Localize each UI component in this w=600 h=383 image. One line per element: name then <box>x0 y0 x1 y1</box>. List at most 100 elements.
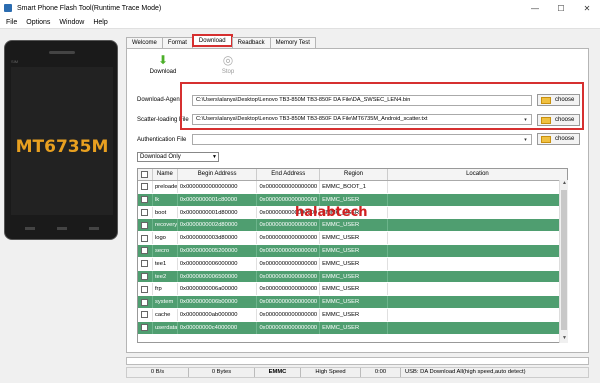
cell-location <box>388 245 567 257</box>
checkbox[interactable] <box>141 285 149 293</box>
table-scrollbar[interactable]: ▲ ▼ <box>559 180 568 343</box>
row-checkbox[interactable] <box>138 308 153 321</box>
cell-region: EMMC_USER <box>320 244 388 257</box>
close-button[interactable]: ✕ <box>574 0 600 16</box>
cell-end: 0x0000000000000000 <box>257 219 321 232</box>
menu-bar: File Options Window Help <box>0 16 600 29</box>
window-title: Smart Phone Flash Tool(Runtime Trace Mod… <box>17 4 162 12</box>
download-arrow-icon: ⬇ <box>157 53 169 67</box>
header-end[interactable]: End Address <box>257 169 321 180</box>
cell-location <box>388 258 567 270</box>
tab-memory-test[interactable]: Memory Test <box>269 37 316 48</box>
tab-download[interactable]: Download <box>191 34 233 47</box>
scroll-up-icon[interactable]: ▲ <box>560 180 569 188</box>
table-row[interactable]: cache 0x00000000ab000000 0x000000000000000… <box>138 308 567 322</box>
header-location[interactable]: Location <box>388 169 567 180</box>
cell-end: 0x0000000000000000 <box>257 244 321 257</box>
table-row[interactable]: frp 0x0000000006a00000 0x0000000000000000 E… <box>138 283 567 297</box>
download-agent-label: Download-Agent <box>137 97 182 103</box>
cell-region: EMMC_USER <box>320 193 388 206</box>
tab-readback[interactable]: Readback <box>231 37 271 48</box>
download-button[interactable]: ⬇ Download <box>145 53 181 76</box>
menu-help[interactable]: Help <box>93 19 107 26</box>
cell-name: frp <box>153 283 178 296</box>
checkbox[interactable] <box>141 234 149 242</box>
checkbox[interactable] <box>141 247 149 255</box>
row-checkbox[interactable] <box>138 193 153 206</box>
checkbox[interactable] <box>141 221 149 229</box>
cell-location <box>388 181 567 193</box>
cell-name: userdata <box>153 321 178 334</box>
table-row[interactable]: logo 0x0000000003d80000 0x0000000000000000… <box>138 232 567 245</box>
scroll-down-icon[interactable]: ▼ <box>560 335 569 343</box>
cell-name: tee1 <box>153 257 178 270</box>
table-row[interactable]: tee1 0x0000000006000000 0x0000000000000000… <box>138 257 567 271</box>
table-row[interactable]: recovery 0x0000000002d80000 0x000000000000… <box>138 219 567 233</box>
progress-bar <box>126 357 589 365</box>
cell-begin: 0x0000000001c80000 <box>178 193 258 206</box>
maximize-button[interactable]: ☐ <box>548 0 574 16</box>
cell-location <box>388 296 567 308</box>
status-time: 0:00 <box>361 368 401 377</box>
row-checkbox[interactable] <box>138 270 153 283</box>
phone-speaker <box>49 51 75 54</box>
header-begin[interactable]: Begin Address <box>178 169 258 180</box>
download-label: Download <box>149 69 177 75</box>
table-row[interactable]: secro 0x0000000005200000 0x000000000000000… <box>138 244 567 258</box>
menu-window[interactable]: Window <box>59 19 84 26</box>
tab-format[interactable]: Format <box>161 37 193 48</box>
cell-name: system <box>153 296 178 308</box>
checkbox[interactable] <box>141 298 149 306</box>
cell-end: 0x0000000000000000 <box>257 232 321 244</box>
checkbox[interactable] <box>141 311 149 319</box>
title-bar: Smart Phone Flash Tool(Runtime Trace Mod… <box>0 0 600 16</box>
cell-name: logo <box>153 232 178 244</box>
cell-region: EMMC_USER <box>320 232 388 244</box>
checkbox[interactable] <box>141 196 149 204</box>
row-checkbox[interactable] <box>138 232 153 244</box>
row-checkbox[interactable] <box>138 296 153 308</box>
table-row[interactable]: tee2 0x0000000006500000 0x0000000000000000… <box>138 270 567 284</box>
row-checkbox[interactable] <box>138 219 153 232</box>
select-all-checkbox[interactable] <box>138 169 153 180</box>
cell-name: tee2 <box>153 270 178 283</box>
checkbox[interactable] <box>141 272 149 280</box>
status-bar: 0 B/s 0 Bytes EMMC High Speed 0:00 USB: … <box>126 367 589 378</box>
row-checkbox[interactable] <box>138 321 153 334</box>
checkbox[interactable] <box>141 324 149 332</box>
cell-region: EMMC_USER <box>320 219 388 232</box>
cell-region: EMMC_USER <box>320 308 388 321</box>
cell-end: 0x0000000000000000 <box>257 181 321 193</box>
checkbox[interactable] <box>141 183 149 191</box>
cell-name: secro <box>153 244 178 257</box>
checkbox[interactable] <box>141 208 149 216</box>
mode-select[interactable]: Download Only ▼ <box>137 152 219 162</box>
cell-name: cache <box>153 308 178 321</box>
auth-field[interactable]: ▾ <box>192 134 532 145</box>
row-checkbox[interactable] <box>138 283 153 296</box>
cell-region: EMMC_BOOT_1 <box>320 181 388 193</box>
highlight-box <box>180 82 584 130</box>
tab-welcome[interactable]: Welcome <box>126 37 163 48</box>
header-name[interactable]: Name <box>153 169 178 180</box>
cell-begin: 0x0000000005200000 <box>178 244 258 257</box>
row-checkbox[interactable] <box>138 181 153 193</box>
choose-auth-button[interactable]: choose <box>537 133 580 145</box>
auth-label: Authentication File <box>137 137 187 143</box>
header-region[interactable]: Region <box>320 169 388 180</box>
row-checkbox[interactable] <box>138 257 153 270</box>
minimize-button[interactable]: — <box>522 0 548 16</box>
chevron-down-icon[interactable]: ▾ <box>521 136 530 144</box>
scroll-thumb[interactable] <box>561 190 567 330</box>
stop-button[interactable]: ◎ Stop <box>210 54 246 76</box>
checkbox[interactable] <box>141 260 149 268</box>
row-checkbox[interactable] <box>138 244 153 257</box>
menu-options[interactable]: Options <box>26 19 50 26</box>
table-header: Name Begin Address End Address Region Lo… <box>138 169 567 181</box>
menu-file[interactable]: File <box>6 19 17 26</box>
table-row[interactable]: system 0x0000000006b00000 0x00000000000000… <box>138 296 567 309</box>
row-checkbox[interactable] <box>138 206 153 219</box>
status-info: USB: DA Download All(high speed,auto det… <box>405 369 526 375</box>
table-row[interactable]: userdata 0x00000000c4000000 0x000000000000… <box>138 321 567 335</box>
table-row[interactable]: preloader 0x0000000000000000 0x00000000000… <box>138 181 567 194</box>
